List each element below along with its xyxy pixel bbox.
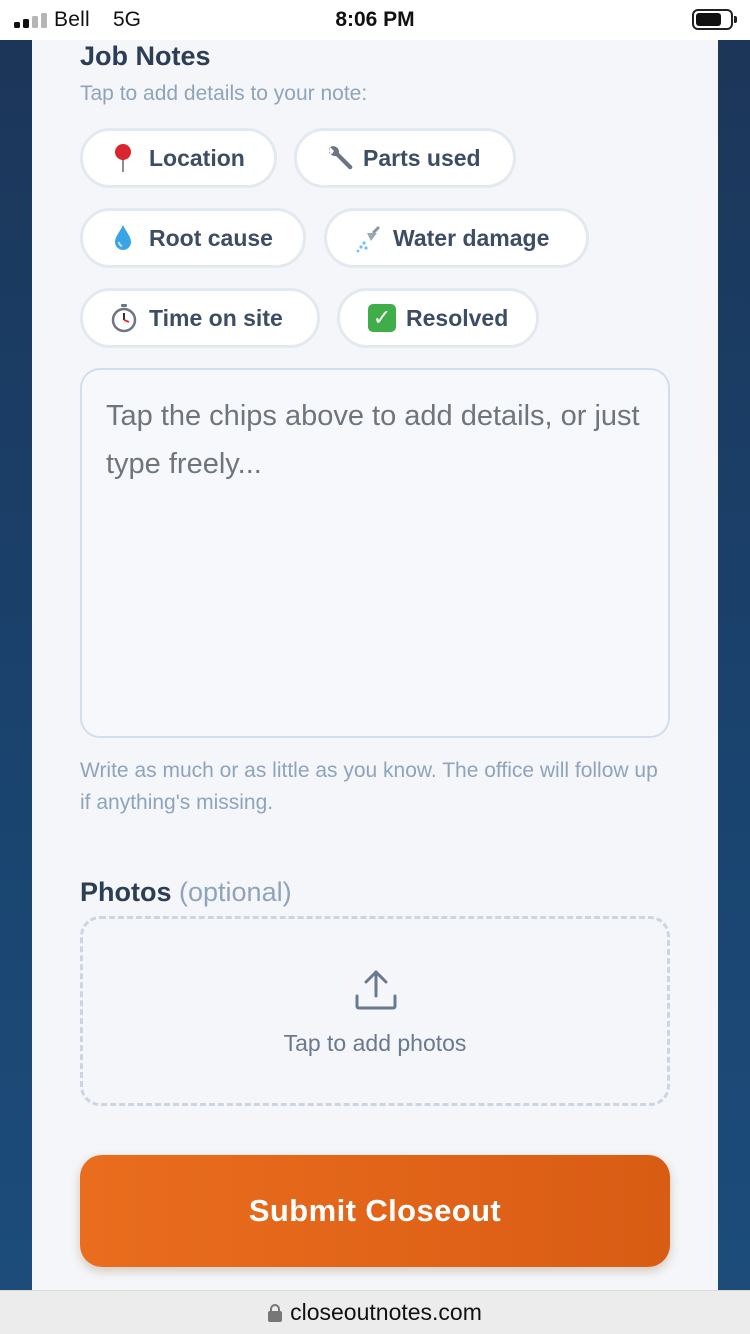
job-notes-hint: Tap to add details to your note:	[80, 82, 368, 105]
status-bar: Bell 5G 8:06 PM	[0, 0, 750, 40]
stopwatch-icon	[109, 303, 143, 333]
check-mark-icon: ✓	[366, 303, 400, 333]
shower-icon	[353, 223, 387, 253]
photos-optional-label: (optional)	[179, 877, 292, 907]
photos-title: Photos (optional)	[80, 877, 292, 908]
url-text: closeoutnotes.com	[290, 1299, 482, 1325]
lock-icon	[268, 1304, 283, 1322]
chip-water-damage[interactable]: Water damage	[324, 208, 589, 268]
chip-root-cause[interactable]: Root cause	[80, 208, 306, 268]
submit-closeout-button[interactable]: Submit Closeout	[80, 1155, 670, 1267]
chip-parts-used[interactable]: Parts used	[294, 128, 516, 188]
wrench-icon	[323, 143, 357, 173]
droplet-icon	[109, 223, 143, 253]
chip-label: Time on site	[149, 304, 283, 331]
chip-label: Root cause	[149, 224, 273, 251]
chip-label: Location	[149, 144, 245, 171]
dropzone-label: Tap to add photos	[283, 1030, 467, 1056]
chip-label: Resolved	[406, 304, 509, 331]
photo-upload-dropzone[interactable]: Tap to add photos	[80, 916, 670, 1106]
chip-time-on-site[interactable]: Time on site	[80, 288, 320, 348]
pushpin-icon	[109, 143, 143, 173]
chip-label: Water damage	[393, 224, 550, 251]
upload-icon	[355, 970, 397, 1010]
battery-tip	[734, 16, 737, 23]
job-notes-title: Job Notes	[80, 41, 211, 71]
closeout-form-card: Job Notes Tap to add details to your not…	[32, 40, 718, 1290]
chip-location[interactable]: Location	[80, 128, 277, 188]
status-time: 8:06 PM	[335, 8, 415, 31]
photos-title-label: Photos	[80, 877, 172, 907]
chip-resolved[interactable]: ✓ Resolved	[337, 288, 539, 348]
browser-url-bar[interactable]: closeoutnotes.com	[0, 1290, 750, 1334]
job-notes-textarea[interactable]	[80, 368, 670, 738]
job-notes-helper-text: Write as much or as little as you know. …	[80, 759, 658, 814]
chip-label: Parts used	[363, 144, 481, 171]
battery-icon	[692, 9, 733, 30]
